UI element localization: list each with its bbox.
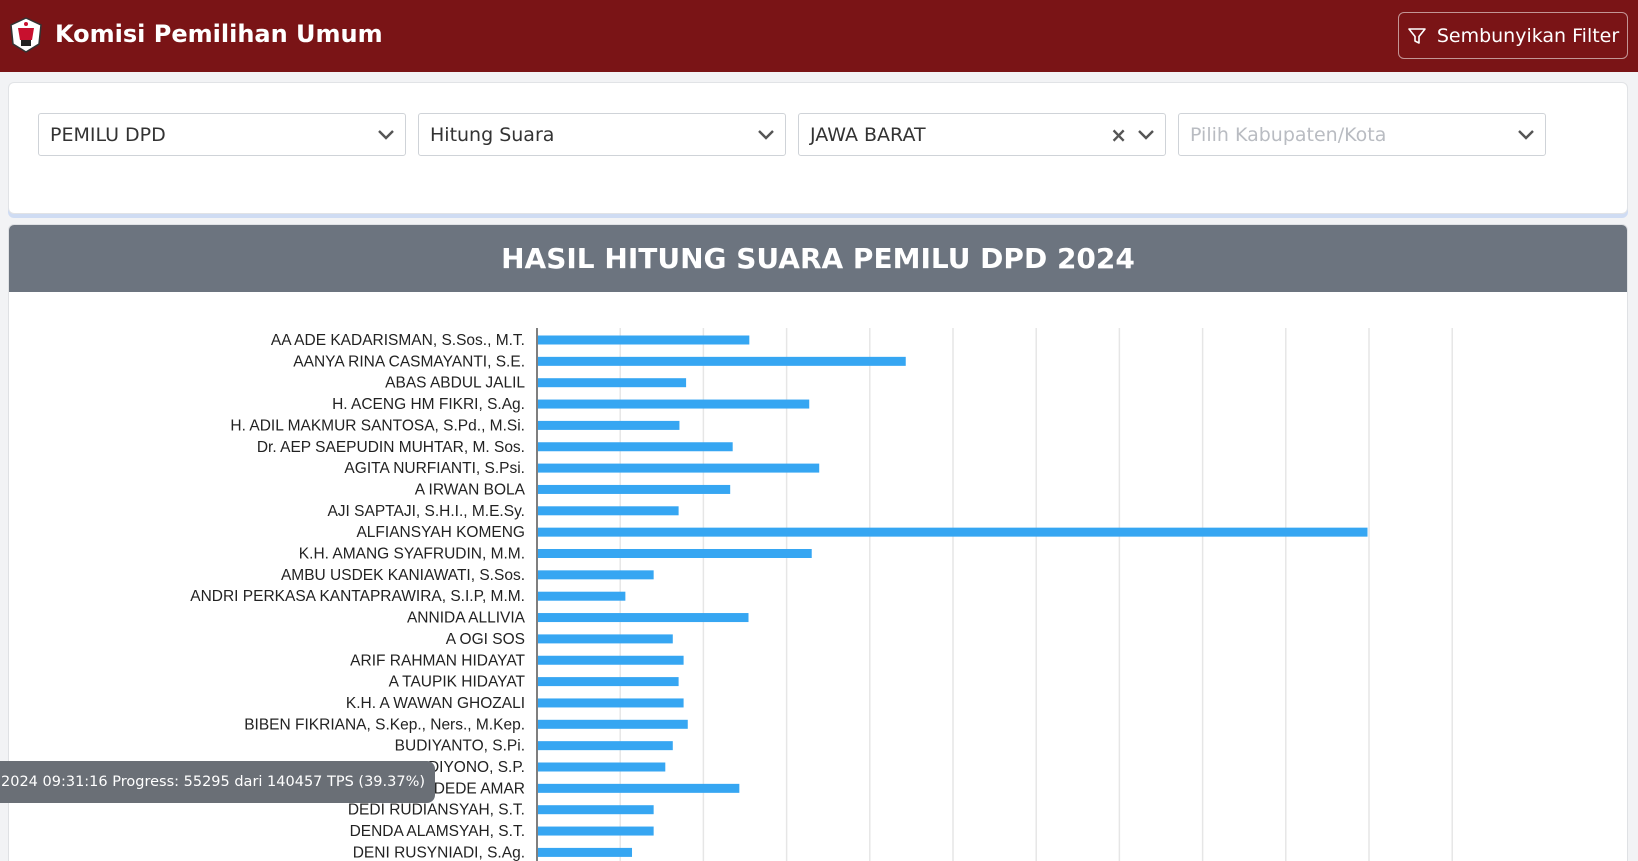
chevron-down-icon bbox=[1138, 130, 1154, 140]
candidate-label: AANYA RINA CASMAYANTI, S.E. bbox=[293, 353, 525, 370]
hide-filter-button[interactable]: Sembunyikan Filter bbox=[1398, 12, 1628, 59]
vote-bar[interactable] bbox=[538, 378, 687, 388]
candidate-label: ABAS ABDUL JALIL bbox=[385, 375, 525, 392]
vote-bar[interactable] bbox=[538, 613, 749, 623]
province-select[interactable]: JAWA BARAT × bbox=[798, 113, 1166, 156]
vote-bar[interactable] bbox=[538, 634, 673, 644]
candidate-label: DENDA ALAMSYAH, S.T. bbox=[350, 823, 525, 840]
vote-bar[interactable] bbox=[538, 549, 812, 558]
vote-bar[interactable] bbox=[538, 570, 654, 580]
candidate-label: AA ADE KADARISMAN, S.Sos., M.T. bbox=[271, 332, 525, 349]
chevron-down-icon bbox=[1518, 130, 1534, 140]
vote-bar[interactable] bbox=[538, 762, 666, 772]
vote-bar[interactable] bbox=[538, 356, 906, 366]
election-select-value: PEMILU DPD bbox=[50, 123, 166, 146]
vote-bar[interactable] bbox=[538, 655, 684, 665]
candidate-label: DENI RUSYNIADI, S.Ag. bbox=[353, 844, 525, 861]
vote-bar[interactable] bbox=[538, 420, 680, 430]
candidate-label: H. ADIL MAKMUR SANTOSA, S.Pd., M.Si. bbox=[230, 417, 525, 434]
candidate-label: Dr. AEP SAEPUDIN MUHTAR, M. Sos. bbox=[257, 439, 525, 456]
chart-title: HASIL HITUNG SUARA PEMILU DPD 2024 bbox=[9, 225, 1627, 292]
candidate-label: AJI SAPTAJI, S.H.I., M.E.Sy. bbox=[327, 503, 525, 520]
clear-selection-icon[interactable]: × bbox=[1110, 123, 1127, 147]
filter-icon bbox=[1408, 27, 1426, 44]
brand-title[interactable]: Komisi Pemilihan Umum bbox=[55, 18, 383, 50]
vote-bar[interactable] bbox=[538, 463, 820, 473]
vote-bar[interactable] bbox=[538, 677, 679, 687]
candidate-label: DEDI RUDIANSYAH, S.T. bbox=[348, 802, 525, 819]
vote-bar[interactable] bbox=[538, 335, 750, 345]
vote-bar[interactable] bbox=[538, 527, 1368, 537]
candidate-label: ALFIANSYAH KOMENG bbox=[356, 524, 525, 541]
candidate-label: A TAUPIK HIDAYAT bbox=[389, 674, 526, 691]
candidate-label: ANNIDA ALLIVIA bbox=[407, 610, 526, 627]
candidate-label: AGITA NURFIANTI, S.Psi. bbox=[344, 460, 525, 477]
candidate-label: DEDE AMAR bbox=[434, 780, 525, 797]
vote-bar[interactable] bbox=[538, 442, 733, 452]
kpu-logo-icon[interactable] bbox=[8, 16, 44, 54]
regency-select[interactable]: Pilih Kabupaten/Kota bbox=[1178, 113, 1546, 156]
chevron-down-icon bbox=[758, 130, 774, 140]
vote-bar[interactable] bbox=[538, 484, 731, 494]
province-select-value: JAWA BARAT bbox=[810, 123, 926, 146]
candidate-label: H. ACENG HM FIKRI, S.Ag. bbox=[332, 396, 525, 413]
hide-filter-label: Sembunyikan Filter bbox=[1436, 24, 1620, 47]
vote-bar[interactable] bbox=[538, 719, 688, 729]
mode-select-value: Hitung Suara bbox=[430, 123, 555, 146]
vote-bar[interactable] bbox=[538, 826, 654, 836]
candidate-label: K.H. AMANG SYAFRUDIN, M.M. bbox=[299, 546, 525, 563]
vote-bar[interactable] bbox=[538, 741, 673, 751]
candidate-label: BUDIYANTO, S.Pi. bbox=[395, 738, 525, 755]
vote-bar[interactable] bbox=[538, 783, 740, 793]
vote-bar[interactable] bbox=[538, 847, 633, 857]
filter-panel: PEMILU DPD Hitung Suara JAWA BARAT × Pil… bbox=[8, 82, 1628, 214]
chevron-down-icon bbox=[378, 130, 394, 140]
vote-bar[interactable] bbox=[538, 805, 654, 815]
top-navbar: Komisi Pemilihan Umum Sembunyikan Filter bbox=[0, 0, 1638, 72]
candidate-label: BIBEN FIKRIANA, S.Kep., Ners., M.Kep. bbox=[244, 716, 525, 733]
mode-select[interactable]: Hitung Suara bbox=[418, 113, 786, 156]
candidate-label: ARIF RAHMAN HIDAYAT bbox=[350, 652, 525, 669]
vote-bar[interactable] bbox=[538, 399, 810, 409]
candidate-label: A IRWAN BOLA bbox=[415, 481, 526, 498]
election-select[interactable]: PEMILU DPD bbox=[38, 113, 406, 156]
vote-bar[interactable] bbox=[538, 698, 684, 708]
candidate-label: ANDRI PERKASA KANTAPRAWIRA, S.I.P, M.M. bbox=[190, 588, 525, 605]
candidate-label: A OGI SOS bbox=[446, 631, 525, 648]
candidate-label: AMBU USDEK KANIAWATI, S.Sos. bbox=[281, 567, 525, 584]
progress-status-pill: 2024 09:31:16 Progress: 55295 dari 14045… bbox=[0, 761, 436, 803]
vote-bar[interactable] bbox=[538, 506, 679, 516]
vote-bar[interactable] bbox=[538, 591, 626, 601]
candidate-label: K.H. A WAWAN GHOZALI bbox=[346, 695, 525, 712]
regency-select-placeholder: Pilih Kabupaten/Kota bbox=[1190, 123, 1387, 146]
